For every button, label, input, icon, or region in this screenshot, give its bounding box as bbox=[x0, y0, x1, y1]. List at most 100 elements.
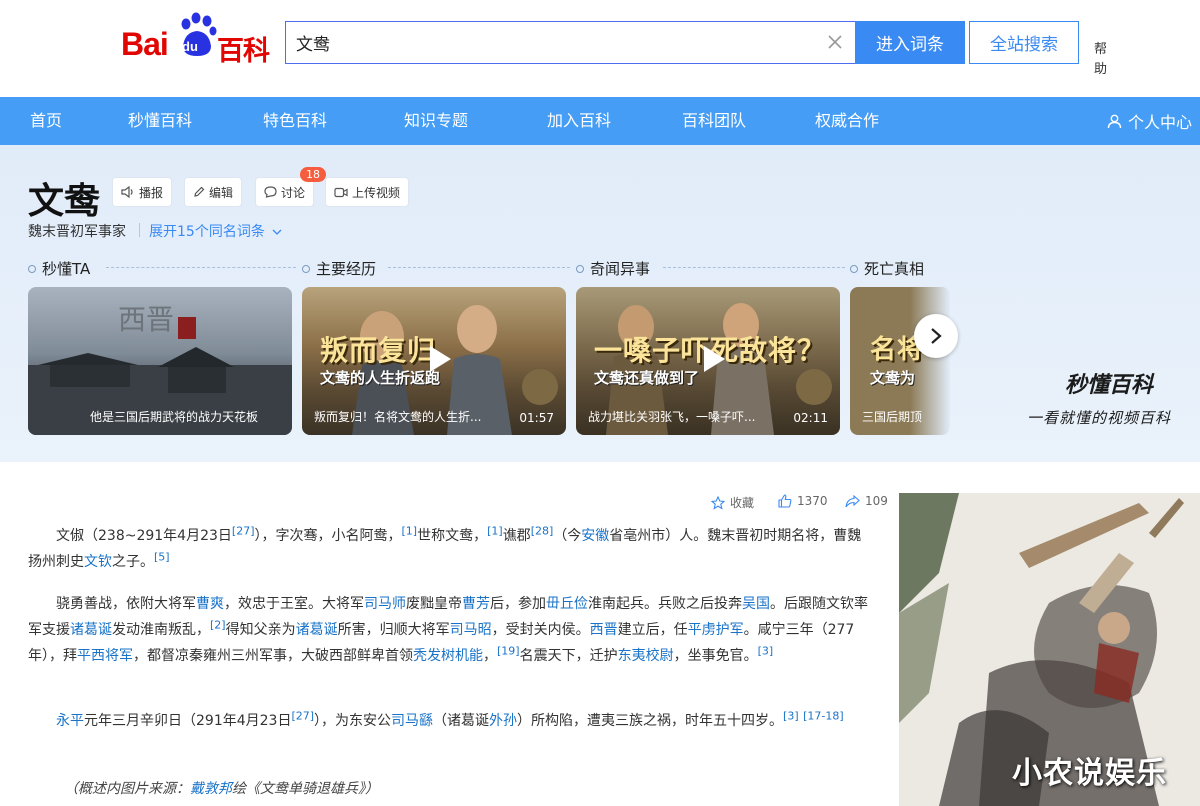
nav-featured[interactable]: 特色百科 bbox=[263, 97, 327, 145]
link-simazhao[interactable]: 司马昭 bbox=[450, 622, 492, 638]
logo-bai-text: Bai bbox=[121, 26, 169, 62]
broadcast-label: 播报 bbox=[139, 185, 164, 200]
link-wenqin[interactable]: 文钦 bbox=[84, 554, 112, 570]
link-caofang[interactable]: 曹芳 bbox=[462, 596, 490, 612]
death-paragraph: 永平元年三月辛卯日（291年4月23日[27]），为东安公司马繇（诸葛诞外孙）所… bbox=[56, 709, 844, 729]
video-camera-icon bbox=[334, 187, 348, 197]
link-dongyi-xiaowei[interactable]: 东夷校尉 bbox=[618, 648, 674, 664]
play-icon[interactable] bbox=[420, 341, 456, 377]
section-label: 奇闻异事 bbox=[590, 260, 651, 278]
section-dot bbox=[302, 264, 310, 273]
section-tab-miaodong[interactable]: 秒懂TA bbox=[28, 258, 90, 279]
reference[interactable]: [27] bbox=[291, 709, 314, 722]
user-icon bbox=[1107, 114, 1122, 128]
link-guanqiujian[interactable]: 毌丘俭 bbox=[546, 596, 588, 612]
upload-video-label: 上传视频 bbox=[352, 185, 401, 200]
video-card[interactable]: 叛而复归 文鸯的人生折返跑 叛而复归！名将文鸯的人生折... 01:57 bbox=[302, 287, 566, 435]
section-dot bbox=[850, 264, 858, 273]
share-icon bbox=[845, 494, 860, 507]
like-count: 1370 bbox=[797, 494, 828, 508]
link-tufa-shujineng[interactable]: 秃发树机能 bbox=[413, 648, 483, 664]
link-wuguo[interactable]: 吴国 bbox=[742, 596, 770, 612]
search-input[interactable] bbox=[296, 22, 816, 63]
broadcast-button[interactable]: 播报 bbox=[112, 177, 173, 207]
help-link[interactable]: 帮助 bbox=[1094, 40, 1110, 80]
thumbs-up-icon bbox=[778, 494, 792, 508]
video-card[interactable]: 名将 文鸯为 三国后期顶 bbox=[850, 287, 950, 435]
video-duration: 02:11 bbox=[793, 411, 828, 425]
upload-video-button[interactable]: 上传视频 bbox=[325, 177, 410, 207]
video-subhead: 文鸯还真做到了 bbox=[594, 369, 700, 387]
section-divider bbox=[663, 267, 845, 268]
comment-icon bbox=[264, 186, 277, 198]
section-tab-experience[interactable]: 主要经历 bbox=[302, 258, 376, 279]
reference[interactable]: [17-18] bbox=[803, 709, 844, 722]
reference[interactable]: [5] bbox=[154, 550, 170, 563]
nav-home[interactable]: 首页 bbox=[30, 97, 62, 145]
reference[interactable]: [1] bbox=[487, 524, 503, 537]
share-button[interactable]: 109 bbox=[845, 494, 888, 508]
video-caption: 他是三国后期武将的战力天花板 bbox=[90, 410, 259, 424]
link-simayao[interactable]: 司马繇 bbox=[391, 713, 433, 729]
link-pinglu-hujun[interactable]: 平虏护军 bbox=[688, 622, 744, 638]
section-divider bbox=[388, 267, 570, 268]
subtitle-divider bbox=[139, 223, 140, 237]
image-source-note: （概述内图片来源：戴敦邦绘《文鸯单骑退雄兵》） bbox=[64, 781, 379, 797]
nav-team[interactable]: 百科团队 bbox=[682, 97, 746, 145]
video-subhead: 文鸯为 bbox=[870, 369, 916, 387]
reference[interactable]: [28] bbox=[531, 524, 554, 537]
reference[interactable]: [2] bbox=[210, 618, 226, 631]
link-pingxi-jiangjun[interactable]: 平西将军 bbox=[77, 648, 133, 664]
link-xijin[interactable]: 西晋 bbox=[590, 622, 618, 638]
logo-du-text: du bbox=[182, 39, 198, 54]
section-tab-anecdotes[interactable]: 奇闻异事 bbox=[576, 258, 650, 279]
reference[interactable]: [3] bbox=[758, 644, 774, 657]
miaodong-brand: 秒懂百科 bbox=[1065, 372, 1154, 398]
favorite-button[interactable]: 收藏 bbox=[711, 494, 754, 511]
nav-topics[interactable]: 知识专题 bbox=[404, 97, 468, 145]
user-center-link[interactable]: 个人中心 bbox=[1107, 97, 1192, 145]
site-search-button[interactable]: 全站搜索 bbox=[969, 21, 1079, 64]
like-button[interactable]: 1370 bbox=[778, 494, 828, 508]
link-yongping[interactable]: 永平 bbox=[56, 713, 84, 729]
video-headline: 叛而复归 bbox=[320, 334, 437, 367]
link-simashi[interactable]: 司马师 bbox=[364, 596, 406, 612]
edit-button[interactable]: 编辑 bbox=[184, 177, 243, 207]
video-caption: 叛而复归！名将文鸯的人生折... bbox=[314, 410, 482, 424]
search-box bbox=[285, 21, 855, 64]
link-waisun[interactable]: 外孙 bbox=[489, 713, 517, 729]
enter-entry-button[interactable]: 进入词条 bbox=[855, 21, 965, 64]
section-label: 秒懂TA bbox=[42, 260, 91, 278]
logo-baike-text: 百科 bbox=[217, 36, 270, 66]
link-zhugedan-2[interactable]: 诸葛诞 bbox=[296, 622, 338, 638]
video-card[interactable]: 西晋 他是三国后期武将的战力天花板 bbox=[28, 287, 292, 435]
clear-icon[interactable] bbox=[825, 32, 845, 52]
reference[interactable]: [19] bbox=[497, 644, 520, 657]
link-anhui[interactable]: 安徽 bbox=[581, 528, 609, 544]
reference[interactable]: [27] bbox=[232, 524, 255, 537]
video-duration: 01:57 bbox=[519, 411, 554, 425]
nav-cooperation[interactable]: 权威合作 bbox=[815, 97, 879, 145]
header: Bai du 百科 进入词条 全站搜索 帮助 bbox=[0, 0, 1200, 97]
user-center-label: 个人中心 bbox=[1127, 113, 1192, 132]
link-daidunbang[interactable]: 戴敦邦 bbox=[190, 781, 232, 797]
section-tab-death[interactable]: 死亡真相 bbox=[850, 258, 924, 279]
main-nav: 首页 秒懂百科 特色百科 知识专题 加入百科 百科团队 权威合作 个人中心 bbox=[0, 97, 1200, 145]
link-zhugedan[interactable]: 诸葛诞 bbox=[70, 622, 112, 638]
video-card[interactable]: 一嗓子吓死敌将？ 文鸯还真做到了 战力堪比关羽张飞，一嗓子吓... 02:11 bbox=[576, 287, 840, 435]
discuss-count-badge: 18 bbox=[300, 167, 326, 182]
reference[interactable]: [1] bbox=[402, 524, 418, 537]
share-count: 109 bbox=[865, 494, 888, 508]
play-icon[interactable] bbox=[694, 341, 730, 377]
expand-same-name-link[interactable]: 展开15个同名词条 bbox=[149, 221, 282, 241]
discuss-label: 讨论 bbox=[281, 185, 306, 200]
svg-text:西晋: 西晋 bbox=[118, 303, 174, 336]
nav-join[interactable]: 加入百科 bbox=[547, 97, 611, 145]
link-caoshuang[interactable]: 曹爽 bbox=[196, 596, 224, 612]
carousel-next-button[interactable] bbox=[914, 314, 958, 358]
speaker-icon bbox=[121, 186, 133, 198]
biography-paragraph: 骁勇善战，依附大将军曹爽，效忠于王室。大将军司马师废黜皇帝曹芳后，参加毌丘俭淮南… bbox=[28, 596, 868, 664]
baidu-baike-logo[interactable]: Bai du 百科 bbox=[121, 12, 273, 66]
reference[interactable]: [3] bbox=[783, 709, 799, 722]
nav-miaodong[interactable]: 秒懂百科 bbox=[128, 97, 192, 145]
